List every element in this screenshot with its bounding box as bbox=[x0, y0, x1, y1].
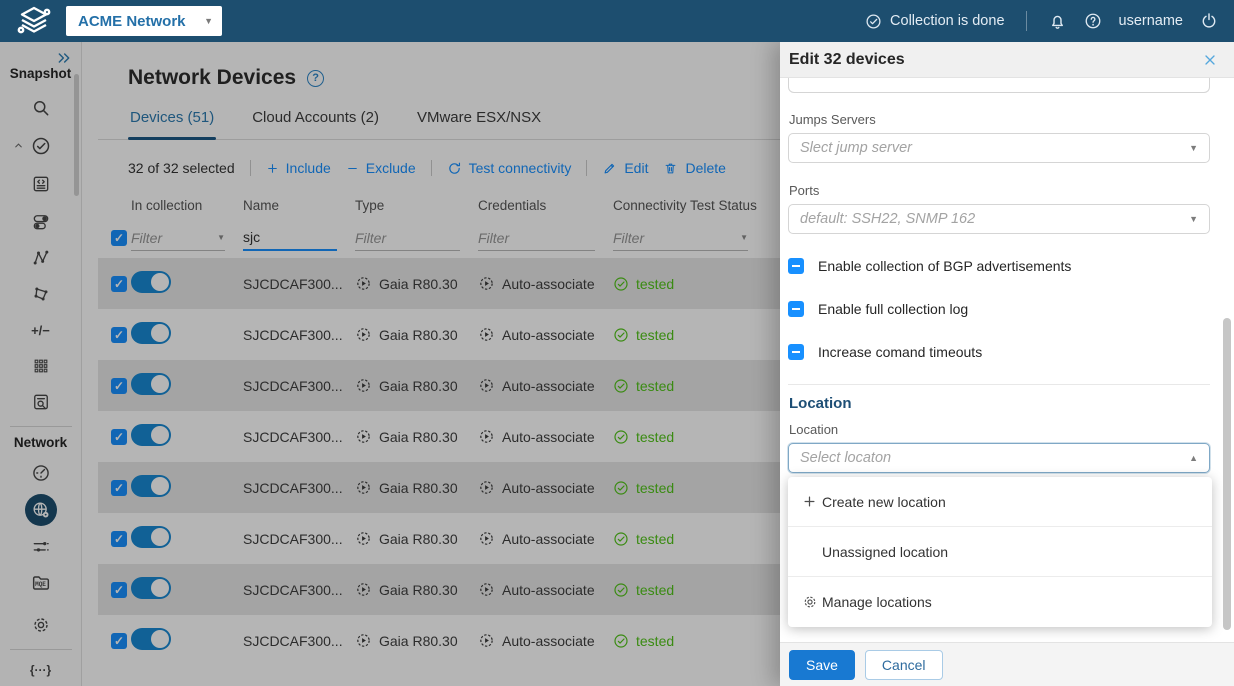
command-timeouts-checkbox[interactable]: Increase comand timeouts bbox=[788, 344, 1210, 360]
drawer-footer: Save Cancel bbox=[780, 642, 1234, 686]
check-circle-icon bbox=[865, 13, 882, 30]
location-select[interactable]: Select locaton ▲ bbox=[788, 443, 1210, 473]
drawer-mask[interactable] bbox=[0, 42, 780, 686]
save-button[interactable]: Save bbox=[789, 649, 855, 680]
top-bar: ACME Network ▼ Collection is done userna… bbox=[0, 0, 1234, 42]
indeterminate-checkbox-icon bbox=[788, 344, 804, 360]
unassigned-location-option[interactable]: Unassigned location bbox=[788, 527, 1212, 577]
collection-status-text: Collection is done bbox=[890, 13, 1005, 29]
plus-icon bbox=[802, 494, 822, 509]
drawer-scrollbar[interactable] bbox=[1223, 318, 1231, 630]
jump-servers-select[interactable]: Slect jump server ▼ bbox=[788, 133, 1210, 163]
topbar-divider bbox=[1025, 11, 1027, 31]
logout-power-icon[interactable] bbox=[1200, 12, 1218, 30]
network-selector[interactable]: ACME Network ▼ bbox=[66, 6, 222, 36]
ports-select[interactable]: default: SSH22, SNMP 162 ▼ bbox=[788, 204, 1210, 234]
indeterminate-checkbox-icon bbox=[788, 301, 804, 317]
ports-label: Ports bbox=[789, 183, 820, 198]
location-dropdown-menu: Create new location Unassigned location … bbox=[788, 477, 1212, 627]
indeterminate-checkbox-icon bbox=[788, 258, 804, 274]
username-menu[interactable]: username bbox=[1119, 13, 1183, 29]
location-label: Location bbox=[789, 422, 839, 437]
scrolled-field-partial[interactable] bbox=[788, 78, 1210, 93]
location-section-heading: Location bbox=[789, 395, 852, 412]
caret-down-icon: ▼ bbox=[204, 16, 213, 26]
help-icon[interactable] bbox=[1084, 12, 1102, 30]
network-selector-value: ACME Network bbox=[78, 12, 186, 30]
section-divider bbox=[788, 384, 1210, 385]
caret-down-icon: ▼ bbox=[1189, 214, 1198, 224]
notifications-bell-icon[interactable] bbox=[1048, 12, 1067, 31]
full-collection-log-checkbox[interactable]: Enable full collection log bbox=[788, 301, 1210, 317]
collection-status: Collection is done bbox=[865, 13, 1005, 30]
drawer-title: Edit 32 devices bbox=[789, 50, 905, 68]
cancel-button[interactable]: Cancel bbox=[864, 649, 943, 680]
drawer-body: Jumps Servers Slect jump server ▼ Ports … bbox=[780, 78, 1234, 642]
edit-devices-drawer: Edit 32 devices Jumps Servers Slect jump… bbox=[780, 42, 1234, 686]
gear-icon bbox=[802, 594, 822, 610]
caret-up-icon: ▲ bbox=[1189, 453, 1198, 463]
manage-locations-option[interactable]: Manage locations bbox=[788, 577, 1212, 627]
caret-down-icon: ▼ bbox=[1189, 143, 1198, 153]
app-logo-icon bbox=[16, 5, 52, 37]
create-new-location-option[interactable]: Create new location bbox=[788, 477, 1212, 527]
close-icon[interactable] bbox=[1202, 52, 1218, 68]
bgp-advertisements-checkbox[interactable]: Enable collection of BGP advertisements bbox=[788, 258, 1210, 274]
jump-servers-label: Jumps Servers bbox=[789, 112, 876, 127]
